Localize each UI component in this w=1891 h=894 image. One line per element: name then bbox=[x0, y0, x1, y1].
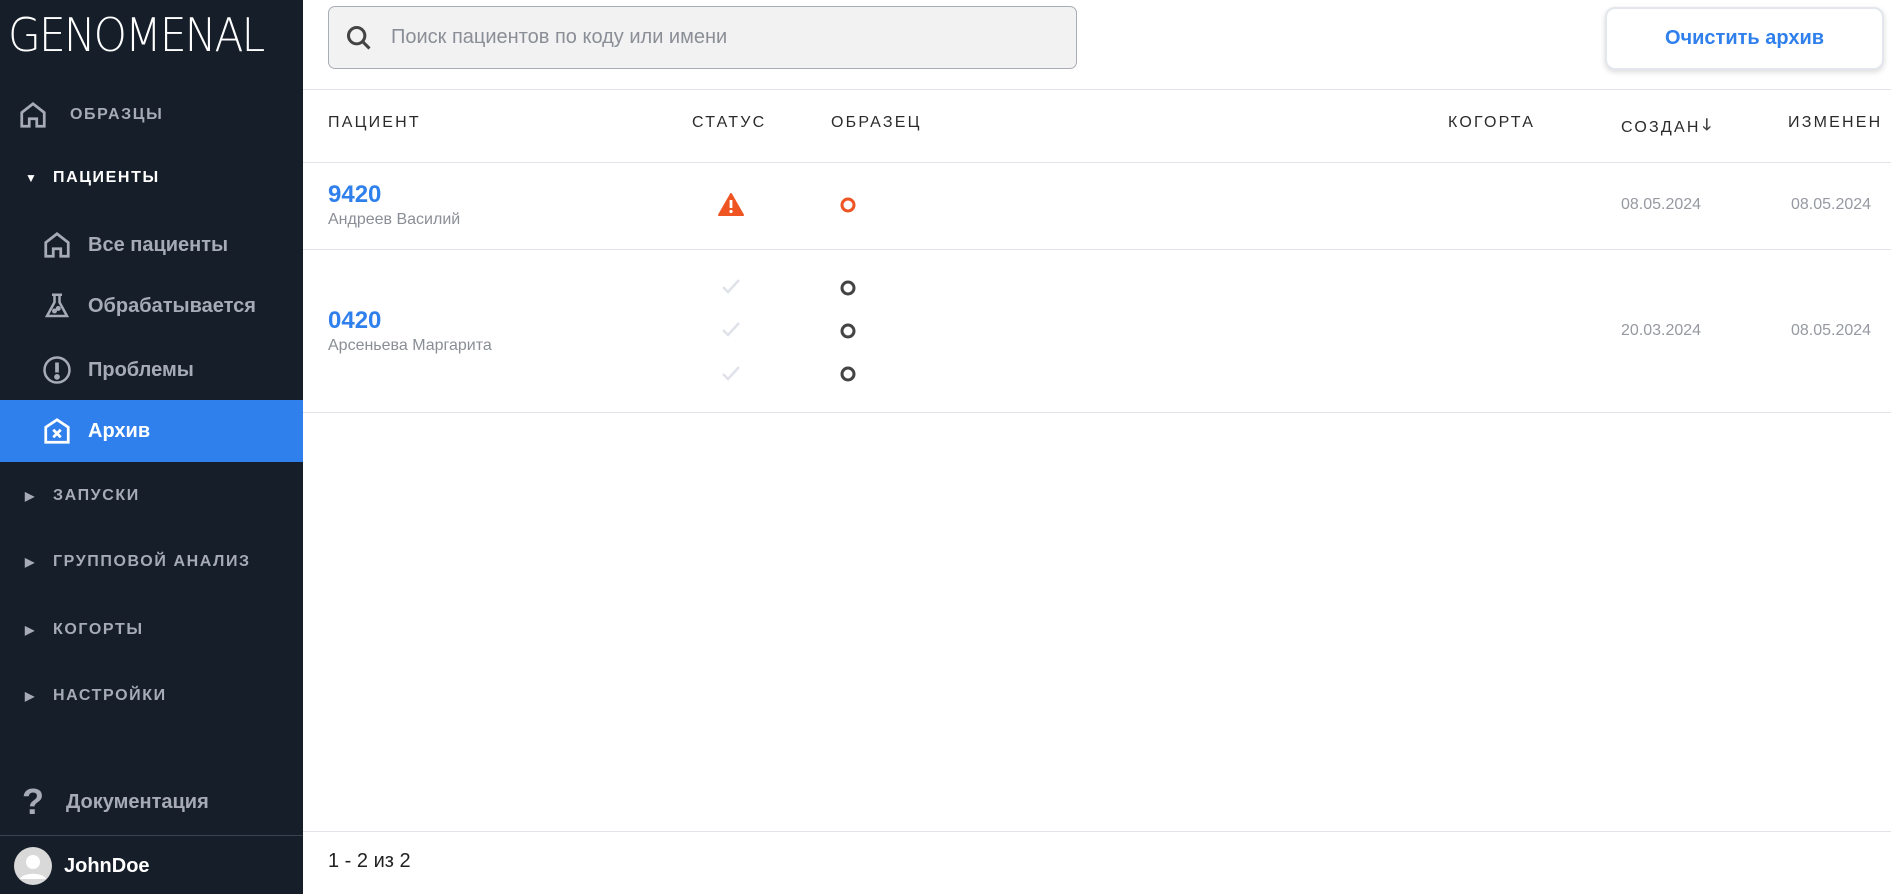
search-icon bbox=[346, 25, 371, 50]
sidebar-section-runs[interactable]: ▶ ЗАПУСКИ bbox=[0, 476, 303, 516]
sample-pending-circle-icon bbox=[840, 366, 856, 382]
sidebar-item-all-patients[interactable]: Все пациенты bbox=[0, 214, 303, 276]
flask-icon bbox=[44, 293, 70, 318]
patient-id-link[interactable]: 0420 bbox=[328, 307, 381, 335]
column-header-cohort[interactable]: КОГОРТА bbox=[1448, 114, 1535, 132]
sidebar-section-label: ЗАПУСКИ bbox=[53, 487, 140, 504]
sidebar-section-label: КОГОРТЫ bbox=[53, 621, 144, 638]
caret-right-icon: ▶ bbox=[25, 489, 36, 503]
check-icon bbox=[722, 366, 740, 381]
created-date: 20.03.2024 bbox=[1621, 322, 1702, 339]
sidebar-item-label: Проблемы bbox=[88, 358, 194, 381]
user-menu[interactable]: JohnDoe bbox=[14, 847, 150, 885]
search-input[interactable] bbox=[391, 26, 1041, 49]
divider bbox=[303, 412, 1891, 413]
home-icon bbox=[44, 232, 70, 258]
check-icon bbox=[722, 279, 740, 294]
column-header-created[interactable]: СОЗДАН 🡓 bbox=[1621, 114, 1713, 141]
username: JohnDoe bbox=[64, 854, 150, 877]
archive-x-icon bbox=[44, 418, 70, 444]
home-icon bbox=[20, 102, 46, 128]
sidebar-section-cohorts[interactable]: ▶ КОГОРТЫ bbox=[0, 610, 303, 650]
patient-id-link[interactable]: 9420 bbox=[328, 181, 381, 209]
sidebar-section-label: ПАЦИЕНТЫ bbox=[53, 169, 160, 186]
sidebar-section-patients[interactable]: ▼ ПАЦИЕНТЫ bbox=[0, 158, 303, 198]
alert-circle-icon bbox=[43, 356, 71, 384]
sidebar-item-archive[interactable]: Архив bbox=[0, 400, 303, 462]
sidebar-docs-link[interactable]: ? Документация bbox=[0, 771, 303, 833]
modified-date: 08.05.2024 bbox=[1791, 196, 1872, 213]
search-box[interactable] bbox=[328, 6, 1077, 69]
divider bbox=[0, 835, 303, 836]
caret-right-icon: ▶ bbox=[25, 623, 36, 637]
column-header-modified[interactable]: ИЗМЕНЕН bbox=[1788, 114, 1882, 132]
warning-icon bbox=[718, 193, 744, 216]
divider bbox=[303, 249, 1891, 250]
sidebar-item-problems[interactable]: Проблемы bbox=[0, 339, 303, 401]
sample-pending-circle-icon bbox=[840, 280, 856, 296]
divider bbox=[303, 162, 1891, 163]
caret-right-icon: ▶ bbox=[25, 689, 36, 703]
sample-error-circle-icon bbox=[840, 197, 856, 213]
sidebar-section-settings[interactable]: ▶ НАСТРОЙКИ bbox=[0, 676, 303, 716]
clear-archive-button[interactable]: Очистить архив bbox=[1605, 7, 1884, 70]
sidebar-section-samples[interactable]: ОБРАЗЦЫ bbox=[0, 95, 303, 135]
sample-pending-circle-icon bbox=[840, 323, 856, 339]
sidebar: GENOMENAL ОБРАЗЦЫ ▼ ПАЦИЕНТЫ Все пациент… bbox=[0, 0, 303, 894]
question-icon: ? bbox=[22, 781, 44, 822]
pagination-info: 1 - 2 из 2 bbox=[328, 850, 411, 872]
sidebar-section-label: ОБРАЗЦЫ bbox=[70, 106, 164, 123]
logo: GENOMENAL bbox=[8, 8, 265, 62]
column-header-sample[interactable]: ОБРАЗЕЦ bbox=[831, 114, 922, 132]
main-content: Очистить архив ПАЦИЕНТ СТАТУС ОБРАЗЕЦ КО… bbox=[303, 0, 1891, 894]
sidebar-item-label: Обрабатывается bbox=[88, 294, 256, 317]
divider bbox=[303, 831, 1891, 832]
avatar bbox=[14, 847, 52, 885]
patient-name: Арсеньева Маргарита bbox=[328, 337, 492, 354]
docs-label: Документация bbox=[66, 790, 209, 813]
column-header-label: СОЗДАН bbox=[1621, 118, 1701, 136]
sidebar-section-label: НАСТРОЙКИ bbox=[53, 687, 167, 704]
sidebar-section-group-analysis[interactable]: ▶ ГРУППОВОЙ АНАЛИЗ bbox=[0, 542, 303, 582]
column-header-status[interactable]: СТАТУС bbox=[692, 114, 766, 132]
column-header-patient[interactable]: ПАЦИЕНТ bbox=[328, 114, 421, 132]
caret-down-icon: ▼ bbox=[25, 171, 39, 185]
sidebar-section-label: ГРУППОВОЙ АНАЛИЗ bbox=[53, 553, 251, 570]
divider bbox=[303, 89, 1891, 90]
sidebar-item-label: Все пациенты bbox=[88, 233, 229, 256]
created-date: 08.05.2024 bbox=[1621, 196, 1702, 213]
sidebar-item-processing[interactable]: Обрабатывается bbox=[0, 275, 303, 337]
sort-down-icon: 🡓 bbox=[1702, 117, 1714, 134]
modified-date: 08.05.2024 bbox=[1791, 322, 1872, 339]
check-icon bbox=[722, 322, 740, 337]
sidebar-item-label: Архив bbox=[88, 419, 151, 442]
caret-right-icon: ▶ bbox=[25, 555, 36, 569]
patient-name: Андреев Василий bbox=[328, 211, 461, 228]
